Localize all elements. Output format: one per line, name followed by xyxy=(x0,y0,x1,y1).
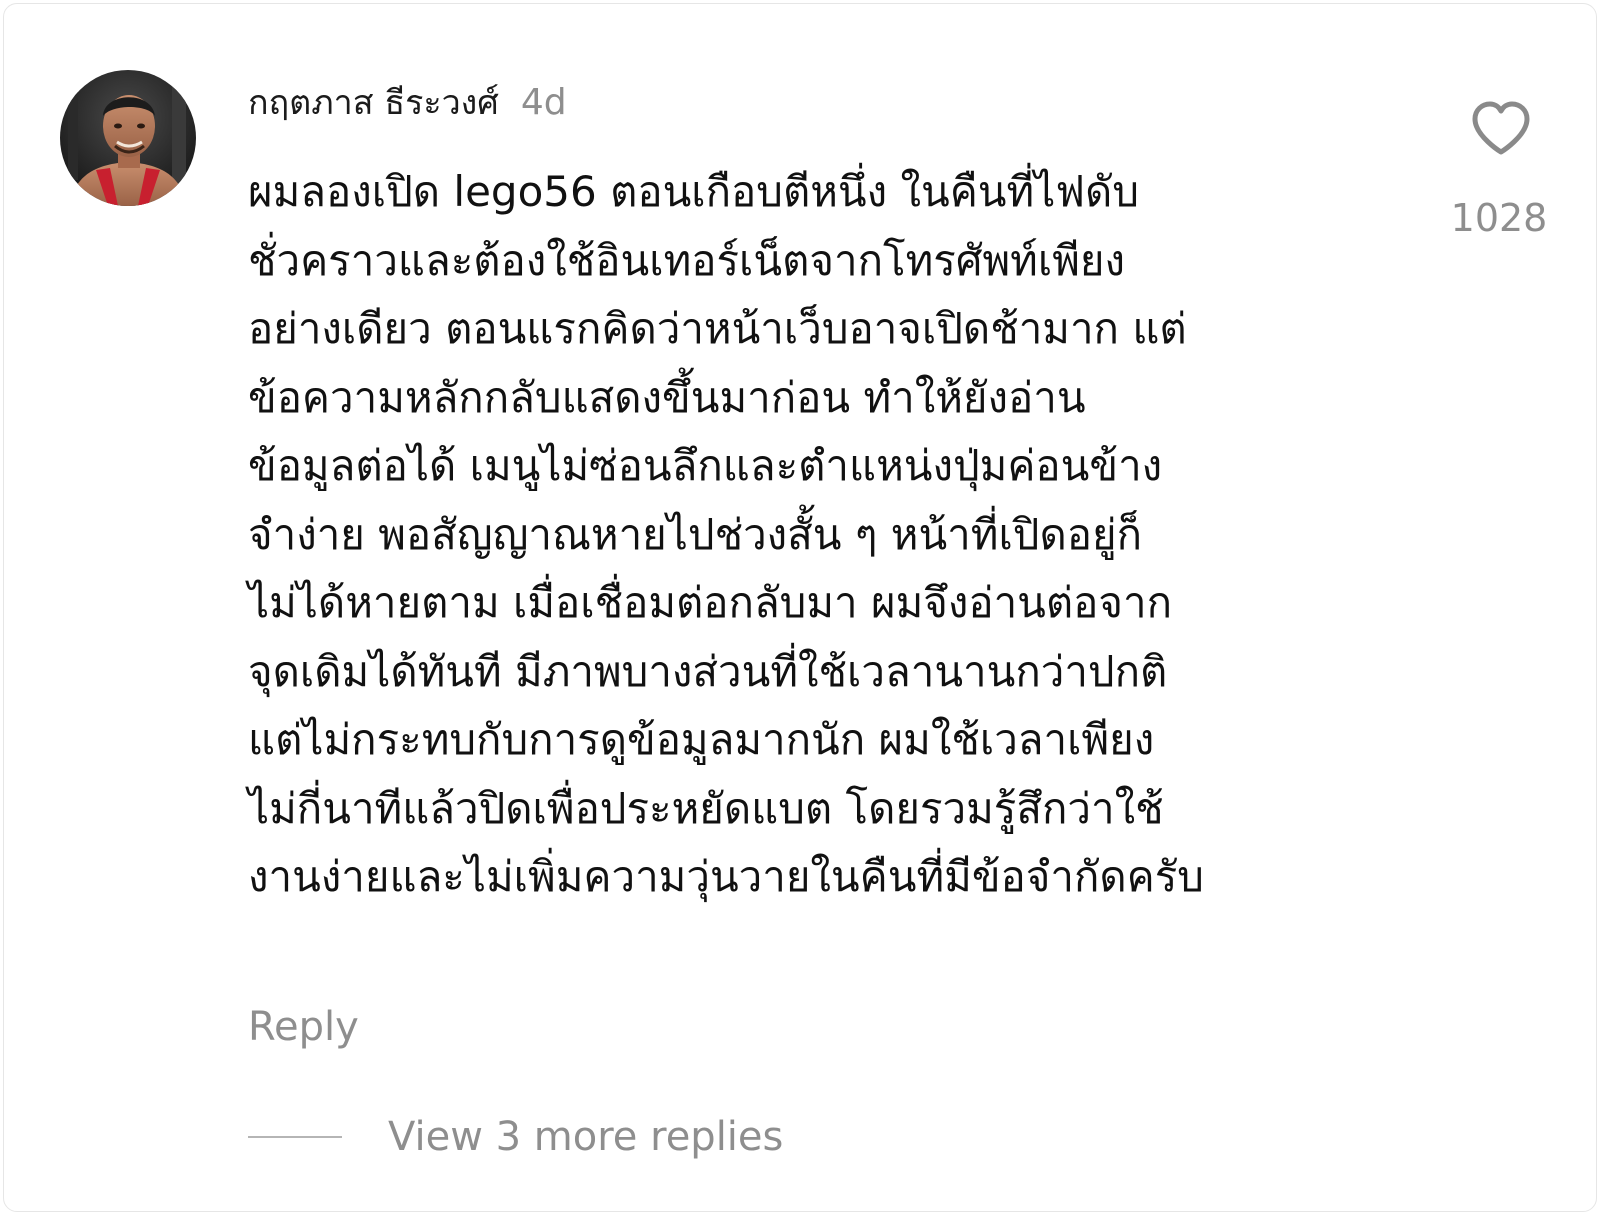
reply-button[interactable]: Reply xyxy=(248,1004,359,1050)
comment-line: ไม่ได้หายตาม เมื่อเชื่อมต่อกลับมา ผมจึงอ… xyxy=(248,578,1173,627)
comment-header: กฤตภาส ธีระวงศ์ 4d xyxy=(248,74,567,130)
comment-text: ผมลองเปิด lego56 ตอนเกือบตีหนึ่ง ในคืนที… xyxy=(248,158,1388,912)
view-more-replies-button[interactable]: View 3 more replies xyxy=(248,1112,783,1162)
avatar[interactable] xyxy=(60,70,196,206)
heart-outline-icon[interactable] xyxy=(1470,100,1532,158)
like-count: 1028 xyxy=(1450,196,1548,240)
comment-line: จำง่าย พอสัญญาณหายไปช่วงสั้น ๆ หน้าที่เป… xyxy=(248,509,1142,559)
comment-line: จุดเดิมได้ทันที มีภาพบางส่วนที่ใช้เวลานา… xyxy=(248,646,1168,696)
replies-divider-line xyxy=(248,1136,342,1138)
user-avatar-photo-icon xyxy=(60,70,196,206)
comment-line: ชั่วคราวและต้องใช้อินเทอร์เน็ตจากโทรศัพท… xyxy=(248,235,1126,285)
comment-line: ข้อความหลักกลับแสดงขึ้นมาก่อน ทำให้ยังอ่… xyxy=(248,372,1086,422)
comment-card: กฤตภาส ธีระวงศ์ 4d ผมลองเปิด lego56 ตอนเ… xyxy=(3,3,1597,1212)
timestamp: 4d xyxy=(520,81,567,123)
username[interactable]: กฤตภาส ธีระวงศ์ xyxy=(248,75,499,129)
comment-line: อย่างเดียว ตอนแรกคิดว่าหน้าเว็บอาจเปิดช้… xyxy=(248,304,1187,353)
view-more-replies-label: View 3 more replies xyxy=(388,1114,784,1160)
comment-line: ผมลองเปิด lego56 ตอนเกือบตีหนึ่ง ในคืนที… xyxy=(248,167,1139,216)
comment-line: งานง่ายและไม่เพิ่มความวุ่นวายในคืนที่มีข… xyxy=(248,852,1204,901)
comment-line: ไม่กี่นาทีแล้วปิดเพื่อประหยัดแบต โดยรวมร… xyxy=(248,783,1164,833)
comment-line: ข้อมูลต่อได้ เมนูไม่ซ่อนลึกและตำแหน่งปุ่… xyxy=(248,441,1163,490)
comment-line: แต่ไม่กระทบกับการดูข้อมูลมากนัก ผมใช้เวล… xyxy=(248,715,1155,764)
